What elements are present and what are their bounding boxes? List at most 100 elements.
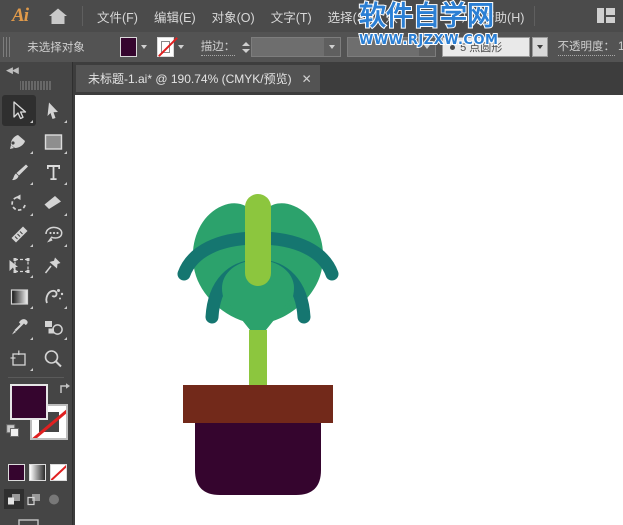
draw-inside-button[interactable] xyxy=(44,489,64,509)
pot-body xyxy=(195,423,321,495)
menu-item-list: 文件(F) 编辑(E) 对象(O) 文字(T) 选择(S) 效 ) 帮助(H) xyxy=(89,3,532,30)
eyedropper-icon xyxy=(10,318,29,337)
stroke-profile-dropdown[interactable] xyxy=(419,38,435,56)
screen-mode-icon xyxy=(18,519,52,525)
pen-tool[interactable] xyxy=(2,126,36,157)
menu-divider-right xyxy=(534,6,535,26)
flyout-indicator xyxy=(64,213,67,216)
selection-status-label: 未选择对象 xyxy=(27,39,119,55)
flyout-indicator xyxy=(64,244,67,247)
home-glyph xyxy=(48,7,68,25)
draw-normal-button[interactable] xyxy=(4,489,24,509)
menu-help[interactable]: 帮助(H) xyxy=(474,3,532,30)
workspace-switcher-icon[interactable] xyxy=(597,8,615,23)
chevron-down-icon xyxy=(329,45,335,49)
fill-color-indicator[interactable] xyxy=(10,384,48,420)
menu-effect[interactable]: 效 xyxy=(377,3,406,30)
stepper-down-icon xyxy=(242,49,250,53)
stroke-weight-dropdown[interactable] xyxy=(324,38,340,56)
stroke-weight-combo[interactable] xyxy=(251,37,340,57)
fill-swatch-dropdown[interactable] xyxy=(137,37,149,57)
flyout-indicator xyxy=(30,368,33,371)
blend-tool[interactable] xyxy=(36,312,70,343)
workspace-icon-left xyxy=(597,8,604,23)
artboard-icon xyxy=(9,349,29,368)
menu-edit[interactable]: 编辑(E) xyxy=(146,3,204,30)
puppet-warp-tool[interactable] xyxy=(36,250,70,281)
paintbrush-tool[interactable] xyxy=(2,157,36,188)
eraser-tool[interactable] xyxy=(36,188,70,219)
document-tab[interactable]: 未标题-1.ai* @ 190.74% (CMYK/预览) ✕ xyxy=(76,65,320,92)
menu-type[interactable]: 文字(T) xyxy=(263,3,320,30)
type-tool[interactable] xyxy=(36,157,70,188)
flyout-indicator xyxy=(64,337,67,340)
flyout-indicator xyxy=(64,120,67,123)
chevron-down-icon xyxy=(178,45,184,49)
draw-behind-button[interactable] xyxy=(24,489,44,509)
zoom-tool[interactable] xyxy=(36,343,70,374)
rectangle-tool[interactable] xyxy=(36,126,70,157)
menu-object[interactable]: 对象(O) xyxy=(204,3,263,30)
close-icon[interactable]: ✕ xyxy=(302,73,312,85)
menu-divider xyxy=(82,6,83,26)
stroke-profile-combo[interactable] xyxy=(347,37,436,57)
control-bar-grip[interactable] xyxy=(3,37,11,57)
fill-stroke-controls xyxy=(6,382,74,460)
rotate-tool[interactable] xyxy=(2,188,36,219)
selection-tool[interactable] xyxy=(2,95,36,126)
flyout-indicator xyxy=(64,151,67,154)
flyout-indicator xyxy=(30,306,33,309)
menu-select[interactable]: 选择(S) xyxy=(320,3,378,30)
gradient-icon xyxy=(10,288,29,306)
color-swatch-button[interactable] xyxy=(8,464,25,481)
direct-selection-tool[interactable] xyxy=(36,95,70,126)
plant-illustration[interactable] xyxy=(170,180,350,515)
lower-stalk xyxy=(249,330,267,394)
artboard-tool[interactable] xyxy=(2,343,36,374)
none-swatch-button[interactable] xyxy=(50,464,67,481)
app-logo: Ai xyxy=(0,0,40,32)
type-t-icon xyxy=(45,163,62,182)
chevron-down-icon xyxy=(141,45,147,49)
artboard-canvas[interactable] xyxy=(75,95,623,525)
flyout-indicator xyxy=(30,337,33,340)
stroke-weight-stepper[interactable] xyxy=(241,37,251,57)
menu-bar: Ai 文件(F) 编辑(E) 对象(O) 文字(T) 选择(S) 效 ) 帮助(… xyxy=(0,0,623,33)
pushpin-icon xyxy=(44,256,62,275)
default-colors-glyph xyxy=(6,424,21,439)
magnifier-icon xyxy=(43,349,63,368)
menu-file[interactable]: 文件(F) xyxy=(89,3,146,30)
chevron-down-icon xyxy=(424,45,430,49)
menu-view[interactable]: ) xyxy=(406,5,474,27)
brush-preset-dropdown[interactable] xyxy=(532,37,547,57)
symbol-sprayer-tool[interactable] xyxy=(36,281,70,312)
brush-preset-combo[interactable]: 5 点圆形 xyxy=(442,37,530,57)
draw-behind-icon xyxy=(27,493,41,506)
rectangle-icon xyxy=(44,133,63,151)
default-fill-stroke-icon[interactable] xyxy=(6,424,21,439)
home-icon[interactable] xyxy=(40,0,76,32)
fill-color-swatch[interactable] xyxy=(120,37,138,57)
free-transform-tool[interactable] xyxy=(2,250,36,281)
tools-panel-collapse[interactable]: ◀◀ xyxy=(0,62,72,78)
gradient-swatch-button[interactable] xyxy=(29,464,46,481)
eyedropper-tool[interactable] xyxy=(2,312,36,343)
center-stem xyxy=(245,194,271,286)
color-mode-swatches xyxy=(8,464,72,481)
stepper-up-icon xyxy=(242,42,250,46)
screen-mode-button[interactable] xyxy=(18,519,72,525)
workspace-icon-right xyxy=(606,8,615,23)
gradient-tool[interactable] xyxy=(2,281,36,312)
swap-fill-stroke-icon[interactable] xyxy=(59,382,73,396)
pot-rim xyxy=(183,385,333,423)
flyout-indicator xyxy=(64,306,67,309)
scale-tool[interactable] xyxy=(2,219,36,250)
tools-panel-grip[interactable] xyxy=(20,79,52,91)
opacity-value[interactable]: 1 xyxy=(618,41,623,53)
blend-shapes-icon xyxy=(43,318,64,337)
tool-grid xyxy=(2,95,70,374)
illustrator-window: Ai 文件(F) 编辑(E) 对象(O) 文字(T) 选择(S) 效 ) 帮助(… xyxy=(0,0,623,525)
shape-builder-tool[interactable] xyxy=(36,219,70,250)
opacity-label: 不透明度： xyxy=(558,38,616,56)
stroke-color-swatch[interactable] xyxy=(157,37,175,57)
